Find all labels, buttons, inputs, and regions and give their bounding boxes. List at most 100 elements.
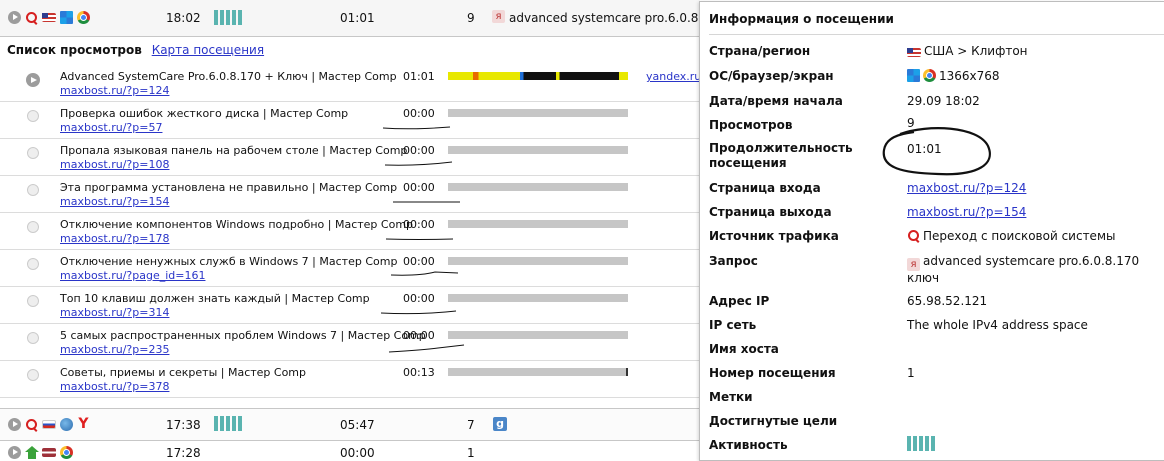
view-row[interactable]: Проверка ошибок жесткого диска | Мастер … [0, 101, 700, 139]
view-url-link[interactable]: maxbost.ru/?p=178 [60, 232, 169, 245]
visit-number-label: Номер посещения [709, 366, 836, 380]
view-title: Топ 10 клавиш должен знать каждый | Маст… [60, 292, 370, 305]
visit-row-3[interactable]: 17:28 00:00 1 [0, 441, 700, 460]
chrome-icon [60, 446, 73, 459]
ip-network-value: The whole IPv4 address space [907, 318, 1088, 332]
view-row[interactable]: Отключение компонентов Windows подробно … [0, 212, 700, 250]
scribble-5 [390, 271, 459, 276]
windows-icon [60, 11, 73, 24]
view-row[interactable]: 5 самых распространенных проблем Windows… [0, 323, 700, 361]
activity-label: Активность [709, 438, 788, 452]
view-url-link[interactable]: maxbost.ru/?p=235 [60, 343, 169, 356]
flag-us-icon [42, 13, 56, 22]
entry-page-link[interactable]: maxbost.ru/?p=124 [907, 181, 1026, 196]
view-progress-bar [448, 109, 628, 117]
ip-value: 65.98.52.121 [907, 294, 988, 308]
chrome-icon [923, 69, 936, 82]
scribble-7 [388, 344, 465, 353]
info-title: Информация о посещении [709, 12, 894, 26]
view-title: Пропала языковая панель на рабочем столе… [60, 144, 408, 157]
visit-row-2[interactable]: Y 17:38 05:47 7 g [0, 409, 700, 441]
activity-bars [907, 436, 935, 451]
visit-row-1[interactable]: 18:02 01:01 9 я advanced systemcare pro.… [0, 0, 725, 37]
view-url-link[interactable]: maxbost.ru/?p=108 [60, 158, 169, 171]
scribble-4 [385, 238, 454, 240]
country-text: США > Клифтон [924, 44, 1028, 58]
page-icon [27, 369, 39, 381]
duration-label: Продолжительность посещения [709, 141, 853, 171]
page-icon [27, 295, 39, 307]
windows-icon [907, 69, 920, 82]
view-progress-bar [448, 331, 628, 339]
view-url-link[interactable]: maxbost.ru/?p=378 [60, 380, 169, 393]
view-url-link[interactable]: maxbost.ru/?page_id=161 [60, 269, 205, 282]
visit-map-link[interactable]: Карта посещения [152, 43, 264, 57]
view-url-link[interactable]: maxbost.ru/?p=314 [60, 306, 169, 319]
scribble-3 [393, 201, 460, 203]
referrer-link[interactable]: yandex.ru/ [646, 70, 705, 83]
country-label: Страна/регион [709, 44, 811, 58]
views-title: Список просмотров [7, 43, 142, 57]
view-row[interactable]: Отключение ненужных служб в Windows 7 | … [0, 249, 700, 287]
page-icon [27, 110, 39, 122]
bar-end-marker [626, 368, 628, 376]
view-title: Отключение ненужных служб в Windows 7 | … [60, 255, 398, 268]
chrome-icon [77, 11, 90, 24]
view-row[interactable]: Эта программа установлена не правильно |… [0, 175, 700, 213]
hostname-label: Имя хоста [709, 342, 779, 356]
visit-pages: 1 [467, 446, 475, 460]
view-time: 00:00 [403, 255, 435, 268]
traffic-source-text: Переход с поисковой системы [923, 229, 1116, 243]
ip-label: Адрес IP [709, 294, 770, 308]
view-title: Отключение компонентов Windows подробно … [60, 218, 414, 231]
search-icon [25, 11, 38, 24]
google-icon: g [493, 417, 507, 431]
query-line2: ключ [907, 271, 940, 285]
yandex-icon: я [492, 10, 505, 23]
view-row[interactable]: Топ 10 клавиш должен знать каждый | Маст… [0, 286, 700, 324]
play-icon[interactable] [8, 11, 21, 24]
view-time: 00:00 [403, 181, 435, 194]
play-icon[interactable] [8, 418, 21, 431]
search-icon [907, 229, 920, 242]
view-time: 00:13 [403, 366, 435, 379]
traffic-source-label: Источник трафика [709, 229, 839, 243]
views-header: Список просмотров Карта посещения [7, 43, 264, 57]
flag-ru-icon [42, 420, 56, 429]
visit-time: 17:38 [166, 418, 201, 432]
view-time: 01:01 [403, 70, 435, 83]
query-line1: advanced systemcare pro.6.0.8.170 [923, 254, 1140, 268]
views-label: Просмотров [709, 118, 793, 132]
visit-number-value: 1 [907, 366, 915, 380]
house-icon [25, 446, 39, 459]
activity-bars [214, 416, 242, 431]
visit-icons [8, 446, 73, 459]
goals-label: Достигнутые цели [709, 414, 838, 428]
view-url-link[interactable]: maxbost.ru/?p=154 [60, 195, 169, 208]
view-progress-bar [448, 183, 628, 191]
screen-resolution: 1366x768 [939, 69, 1000, 83]
visit-pages: 7 [467, 418, 475, 432]
view-title: Советы, приемы и секреты | Мастер Comp [60, 366, 307, 379]
view-row[interactable]: Пропала языковая панель на рабочем столе… [0, 138, 700, 176]
visit-icons: Y [8, 417, 90, 431]
start-value: 29.09 18:02 [907, 94, 980, 108]
view-title: 5 самых распространенных проблем Windows… [60, 329, 426, 342]
yandex-icon: я [907, 258, 920, 271]
view-title: Проверка ошибок жесткого диска | Мастер … [60, 107, 349, 120]
visit-time: 18:02 [166, 11, 201, 25]
visit-duration: 05:47 [340, 418, 375, 432]
view-row[interactable]: Советы, приемы и секреты | Мастер Comp ma… [0, 360, 700, 398]
view-url-link[interactable]: maxbost.ru/?p=57 [60, 121, 162, 134]
view-url-link[interactable]: maxbost.ru/?p=124 [60, 84, 169, 97]
view-time: 00:00 [403, 292, 435, 305]
view-progress-bar [448, 146, 628, 154]
scribble-2 [384, 161, 453, 166]
play-icon[interactable] [8, 446, 21, 459]
play-icon[interactable] [26, 73, 40, 87]
view-row[interactable]: Advanced SystemCare Pro.6.0.8.170 + Ключ… [0, 64, 705, 102]
activity-bars [214, 10, 242, 25]
exit-page-link[interactable]: maxbost.ru/?p=154 [907, 205, 1026, 220]
visit-pages: 9 [467, 11, 475, 25]
duration-label-line2: посещения [709, 156, 787, 170]
